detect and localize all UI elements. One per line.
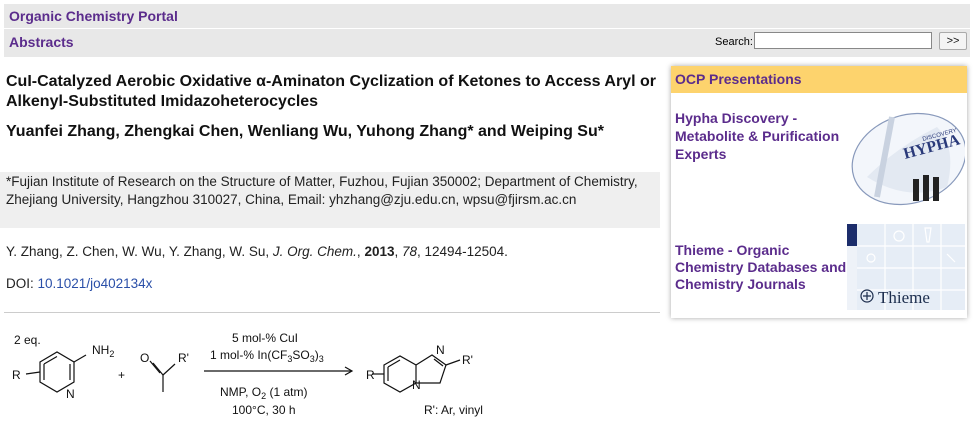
thieme-logo-image[interactable]: Thieme	[847, 224, 965, 310]
hypha-ad-link[interactable]: Hypha Discovery - Metabolite & Purificat…	[675, 109, 845, 163]
doi-link[interactable]: 10.1021/jo402134x	[38, 276, 153, 291]
imidazole-n-label: N	[436, 343, 445, 357]
plus-sign: +	[118, 368, 125, 382]
section-title-link[interactable]: Abstracts	[9, 34, 74, 50]
condition-3: NMP, O2 (1 atm)	[220, 385, 307, 401]
product-r-label: R	[366, 368, 375, 382]
article-authors: Yuanfei Zhang, Zhengkai Chen, Wenliang W…	[6, 123, 604, 140]
search-label: Search:	[715, 36, 753, 48]
presentations-title: OCP Presentations	[675, 71, 802, 87]
citation-journal: J. Org. Chem.	[272, 244, 357, 259]
citation-authors: Y. Zhang, Z. Chen, W. Wu, Y. Zhang, W. S…	[6, 244, 273, 259]
thieme-wordmark: Thieme	[878, 288, 930, 307]
citation-pages: , 12494-12504.	[417, 244, 508, 259]
thieme-ad-link[interactable]: Thieme - Organic Chemistry Databases and…	[675, 242, 855, 293]
condition-4: 100°C, 30 h	[232, 403, 296, 417]
doi-label: DOI:	[6, 276, 38, 291]
reaction-scheme: 2 eq. NH2 N R + O R' 5 mol-% CuI 1 mol-%…	[12, 331, 483, 417]
citation: Y. Zhang, Z. Chen, W. Wu, Y. Zhang, W. S…	[6, 244, 508, 259]
portal-header-bar: Organic Chemistry Portal	[4, 4, 970, 28]
amine-label: NH2	[92, 343, 114, 359]
condition-2: 1 mol-% In(CF3SO3)3	[210, 348, 324, 364]
affiliation-block: *Fujian Institute of Research on the Str…	[0, 172, 660, 228]
pyridine-n-label: N	[66, 387, 75, 401]
search-submit-button[interactable]: >>	[939, 32, 967, 50]
citation-year: 2013	[364, 244, 395, 259]
affiliation-text: *Fujian Institute of Research on the Str…	[6, 174, 638, 207]
oxygen-label: O	[140, 351, 149, 365]
citation-volume: 78	[402, 244, 418, 259]
doi-line: DOI: 10.1021/jo402134x	[6, 276, 152, 291]
r-label: R	[12, 368, 21, 382]
portal-title-link[interactable]: Organic Chemistry Portal	[9, 8, 178, 24]
section-header-bar: Abstracts Search: >>	[4, 29, 970, 57]
hypha-logo-image[interactable]: HYPHA DISCOVERY	[847, 97, 967, 207]
r-prime-label: R'	[178, 351, 189, 365]
citation-sep: ,	[394, 244, 402, 259]
search-input[interactable]	[754, 32, 932, 49]
presentations-header: OCP Presentations	[671, 66, 967, 93]
bridge-n-label: N	[412, 378, 421, 392]
r-prime-note: R': Ar, vinyl	[424, 403, 483, 417]
scheme-equiv: 2 eq.	[14, 333, 41, 347]
divider	[4, 312, 660, 313]
condition-1: 5 mol-% CuI	[232, 331, 298, 345]
ocp-presentations-panel: OCP Presentations Hypha Discovery - Meta…	[671, 66, 967, 318]
article-title: CuI-Catalyzed Aerobic Oxidative α-Aminat…	[6, 73, 656, 110]
product-r-prime-label: R'	[462, 353, 473, 367]
